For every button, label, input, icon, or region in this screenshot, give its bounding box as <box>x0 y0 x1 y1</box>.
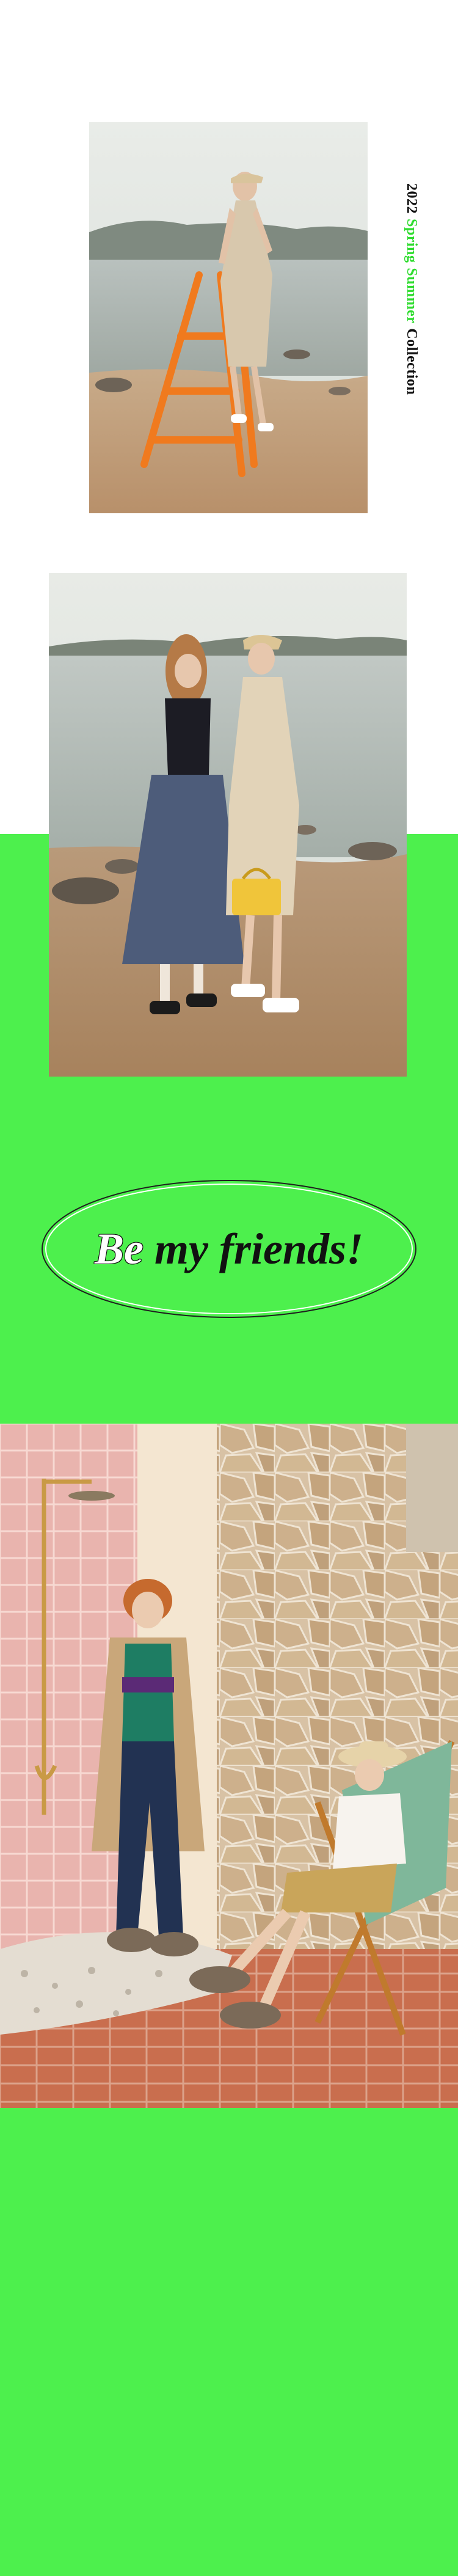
title-collection: Collection <box>404 328 420 395</box>
vertical-collection-title: 2022 Spring Summer Collection <box>398 183 425 452</box>
be-my-friends-badge: Be my friends! <box>38 1176 420 1322</box>
lookbook-photo-shower-wall <box>0 1424 458 2108</box>
title-summer: Summer <box>404 268 420 324</box>
badge-word-be: Be <box>95 1224 144 1273</box>
badge-word-rest: my friends! <box>154 1224 363 1273</box>
title-spring: Spring <box>404 219 420 263</box>
badge-text: Be my friends! <box>38 1176 420 1322</box>
title-year: 2022 <box>404 183 420 214</box>
lookbook-photo-beach-duo <box>49 573 407 1077</box>
lookbook-photo-ladder <box>89 122 368 513</box>
